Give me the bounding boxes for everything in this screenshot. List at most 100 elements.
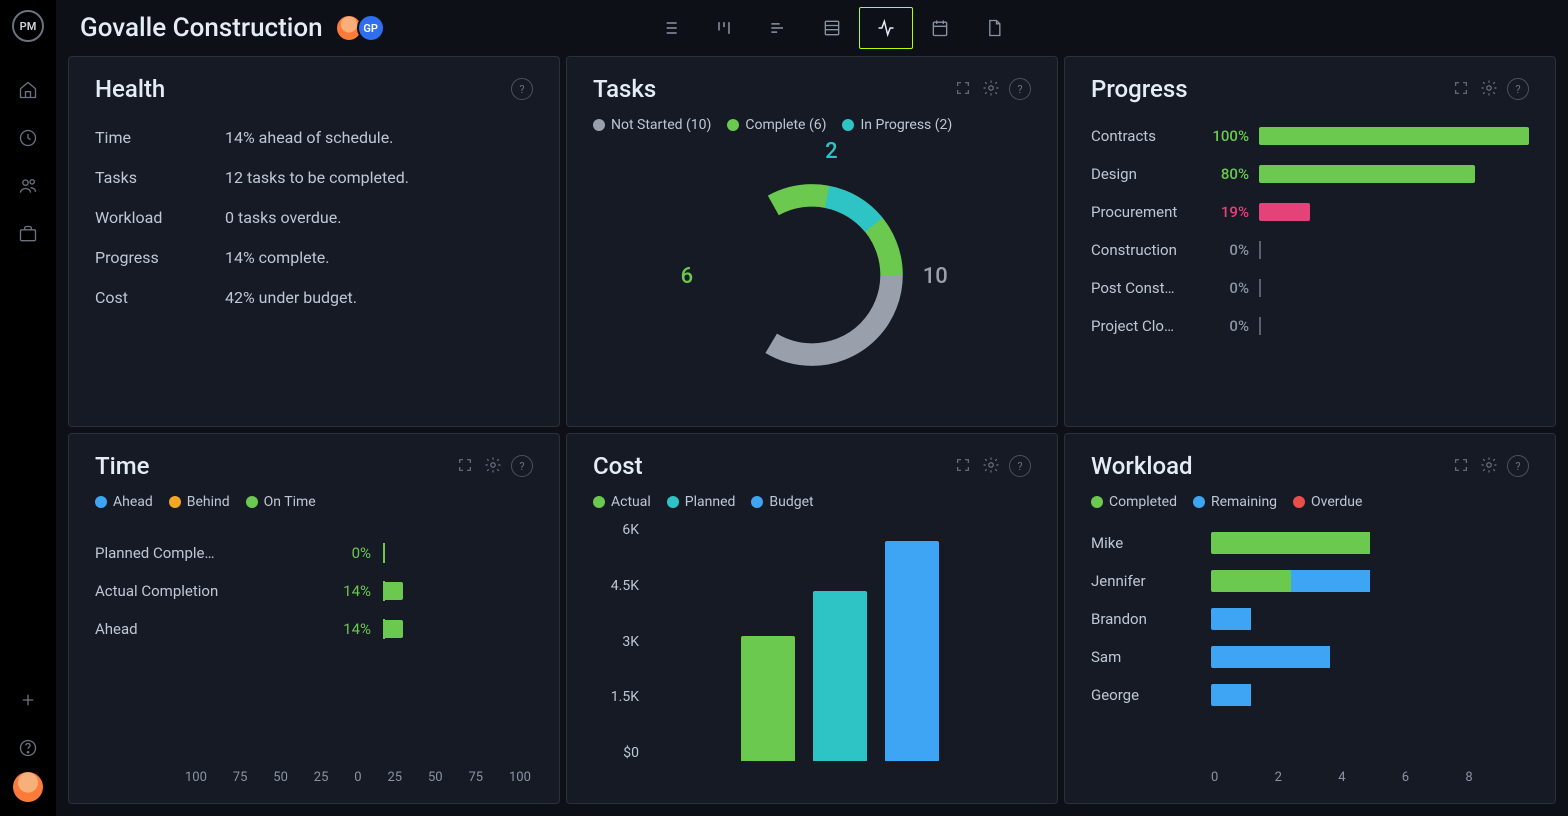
nav-rail: PM (0, 0, 56, 816)
project-members[interactable]: GP (341, 14, 385, 42)
cost-plot (647, 518, 1031, 785)
settings-button[interactable] (981, 455, 1001, 475)
expand-icon (457, 457, 473, 473)
axis-tick: 4 (1338, 770, 1402, 785)
settings-button[interactable] (981, 78, 1001, 98)
help-button[interactable]: ? (1009, 455, 1031, 477)
health-row: Tasks 12 tasks to be completed. (95, 157, 533, 197)
legend-dot-icon (95, 496, 107, 508)
nav-add[interactable] (0, 676, 56, 724)
time-label: Planned Comple… (95, 544, 325, 562)
workload-name: Jennifer (1091, 572, 1211, 590)
help-button[interactable]: ? (1009, 78, 1031, 100)
view-gantt[interactable] (751, 7, 805, 49)
axis-tick: 8 (1465, 770, 1529, 785)
app-logo[interactable]: PM (12, 10, 44, 42)
view-files[interactable] (967, 7, 1021, 49)
workload-row: Brandon (1091, 600, 1529, 638)
progress-row: Post Const… 0% (1091, 269, 1529, 307)
donut-chart-icon (707, 170, 917, 380)
main-area: Govalle Construction GP Health ? Time (56, 0, 1568, 816)
legend-item: Behind (169, 494, 230, 510)
time-bar (383, 543, 533, 563)
workload-row: Jennifer (1091, 562, 1529, 600)
axis-tick: 75 (233, 770, 248, 785)
nav-help[interactable] (0, 724, 56, 772)
gear-icon (484, 456, 502, 474)
current-user-avatar[interactable] (13, 772, 43, 802)
expand-button[interactable] (953, 455, 973, 475)
axis-tick: 0 (1211, 770, 1275, 785)
time-bar (383, 619, 533, 639)
help-button[interactable]: ? (1507, 455, 1529, 477)
nav-home[interactable] (0, 66, 56, 114)
nav-recent[interactable] (0, 114, 56, 162)
progress-row: Contracts 100% (1091, 117, 1529, 155)
workload-bar (1211, 570, 1529, 592)
view-calendar[interactable] (913, 7, 967, 49)
gear-icon (982, 456, 1000, 474)
settings-button[interactable] (1479, 455, 1499, 475)
file-icon (984, 18, 1004, 38)
gear-icon (1480, 79, 1498, 97)
help-icon (18, 738, 38, 758)
callout-inprogress: 2 (825, 139, 838, 164)
settings-button[interactable] (483, 455, 503, 475)
progress-row: Procurement 19% (1091, 193, 1529, 231)
help-button[interactable]: ? (511, 455, 533, 477)
list-icon (660, 18, 680, 38)
nav-portfolio[interactable] (0, 210, 56, 258)
legend-item: Completed (1091, 494, 1177, 510)
legend-item: Not Started (10) (593, 117, 711, 133)
member-avatar-2[interactable]: GP (357, 14, 385, 42)
help-button[interactable]: ? (511, 78, 533, 100)
legend-item: Complete (6) (727, 117, 826, 133)
time-row: Ahead 14% (95, 610, 533, 648)
expand-button[interactable] (1451, 78, 1471, 98)
health-value: 14% complete. (225, 248, 330, 267)
progress-pct: 80% (1205, 165, 1249, 183)
progress-row: Project Clo… 0% (1091, 307, 1529, 345)
board-icon (714, 18, 734, 38)
health-key: Workload (95, 208, 225, 227)
progress-row: Construction 0% (1091, 231, 1529, 269)
progress-label: Project Clo… (1091, 317, 1195, 335)
progress-label: Contracts (1091, 127, 1195, 145)
gear-icon (1480, 456, 1498, 474)
view-board[interactable] (697, 7, 751, 49)
workload-name: Mike (1091, 534, 1211, 552)
view-list[interactable] (643, 7, 697, 49)
view-dashboard[interactable] (859, 7, 913, 49)
nav-team[interactable] (0, 162, 56, 210)
legend-dot-icon (246, 496, 258, 508)
axis-tick: 100 (509, 770, 531, 785)
card-title: Workload (1091, 452, 1193, 480)
axis-tick: 0 (354, 770, 361, 785)
workload-bar (1211, 646, 1529, 668)
expand-button[interactable] (953, 78, 973, 98)
health-row: Time 14% ahead of schedule. (95, 117, 533, 157)
cost-bar (885, 541, 939, 761)
view-sheet[interactable] (805, 7, 859, 49)
calendar-icon (930, 18, 950, 38)
clock-icon (18, 128, 38, 148)
progress-pct: 0% (1205, 279, 1249, 297)
card-title: Progress (1091, 75, 1188, 103)
card-cost: Cost ? ActualPlannedBudget 6K4.5K3K1.5K$… (566, 433, 1058, 804)
health-value: 12 tasks to be completed. (225, 168, 409, 187)
settings-button[interactable] (1479, 78, 1499, 98)
card-workload: Workload ? CompletedRemainingOverdue Mik… (1064, 433, 1556, 804)
health-value: 42% under budget. (225, 288, 357, 307)
workload-seg (1211, 608, 1251, 630)
progress-bar (1259, 279, 1529, 297)
health-key: Progress (95, 248, 225, 267)
health-row: Workload 0 tasks overdue. (95, 197, 533, 237)
tasks-legend: Not Started (10)Complete (6)In Progress … (593, 117, 1031, 133)
expand-button[interactable] (1451, 455, 1471, 475)
card-title: Tasks (593, 75, 656, 103)
help-button[interactable]: ? (1507, 78, 1529, 100)
legend-dot-icon (727, 119, 739, 131)
progress-pct: 0% (1205, 317, 1249, 335)
time-pct: 0% (325, 544, 371, 562)
expand-button[interactable] (455, 455, 475, 475)
